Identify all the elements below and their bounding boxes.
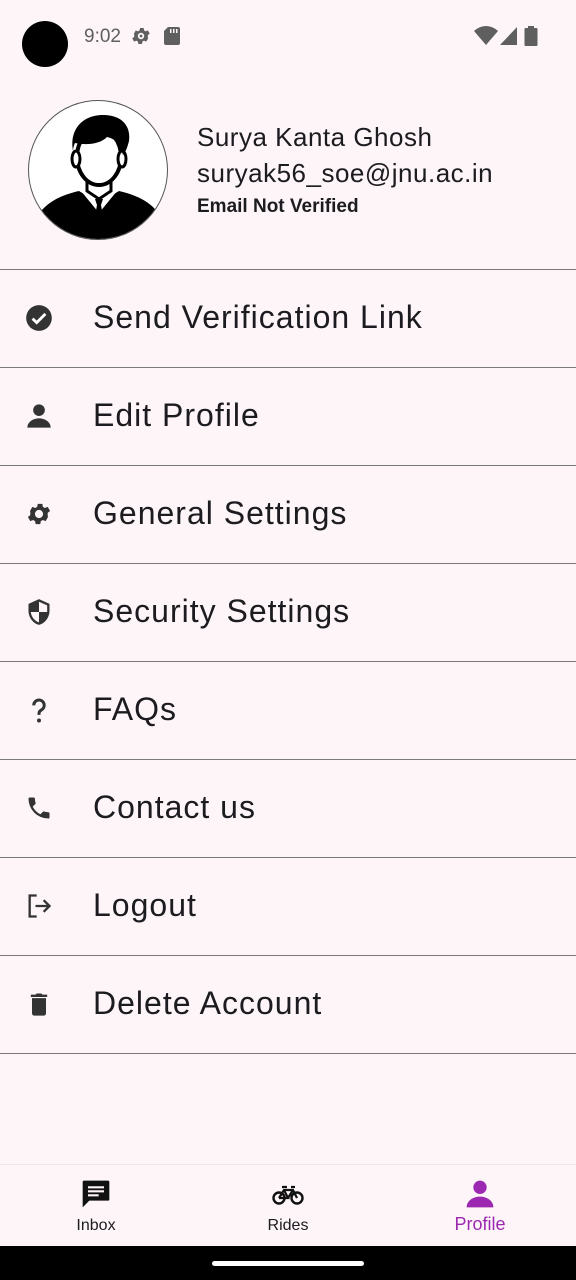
settings-status-icon <box>132 28 150 44</box>
menu-item-label: Send Verification Link <box>93 299 423 335</box>
camera-cutout <box>22 21 68 67</box>
phone-icon <box>28 797 50 819</box>
nav-label-inbox: Inbox <box>76 1217 116 1234</box>
trash-icon <box>30 993 48 1016</box>
shield-icon <box>28 599 50 625</box>
send-verification-link-button[interactable]: Send Verification Link <box>0 270 576 368</box>
faqs-button[interactable]: FAQs <box>0 662 576 760</box>
nav-profile[interactable]: Profile <box>384 1165 576 1247</box>
menu-item-label: General Settings <box>93 495 348 531</box>
sd-card-icon <box>164 27 180 45</box>
logout-icon <box>28 894 52 918</box>
chat-icon <box>82 1180 110 1208</box>
question-icon <box>32 698 46 723</box>
contact-us-button[interactable]: Contact us <box>0 760 576 858</box>
bottom-navigation: Inbox Rides Profile <box>0 1164 576 1247</box>
check-circle-icon <box>26 305 52 331</box>
profile-header: Surya Kanta Ghosh suryak56_soe@jnu.ac.in… <box>0 100 576 270</box>
menu-item-label: Contact us <box>93 789 256 825</box>
email-verification-status: Email Not Verified <box>197 196 359 217</box>
security-settings-button[interactable]: Security Settings <box>0 564 576 662</box>
person-icon <box>466 1180 494 1208</box>
nav-inbox[interactable]: Inbox <box>0 1165 192 1247</box>
menu-item-label: Edit Profile <box>93 397 260 433</box>
nav-label-rides: Rides <box>267 1217 309 1234</box>
profile-menu: Send Verification Link Edit Profile Gene… <box>0 269 576 1054</box>
status-time: 9:02 <box>84 26 121 47</box>
user-avatar-icon <box>35 115 163 239</box>
battery-icon <box>524 26 538 46</box>
logout-button[interactable]: Logout <box>0 858 576 956</box>
wifi-icon <box>474 26 498 45</box>
menu-item-label: Logout <box>93 887 197 923</box>
general-settings-button[interactable]: General Settings <box>0 466 576 564</box>
nav-label-profile: Profile <box>454 1214 506 1234</box>
gear-icon <box>27 503 51 525</box>
bicycle-icon <box>272 1185 304 1205</box>
menu-item-label: Delete Account <box>93 985 323 1021</box>
user-email: suryak56_soe@jnu.ac.in <box>197 158 494 188</box>
home-gesture-handle[interactable] <box>212 1261 364 1266</box>
gesture-navigation-bar <box>0 1246 576 1280</box>
status-bar: 9:02 <box>0 0 576 76</box>
user-name: Surya Kanta Ghosh <box>197 122 433 152</box>
person-icon <box>27 404 51 428</box>
delete-account-button[interactable]: Delete Account <box>0 956 576 1054</box>
menu-item-label: FAQs <box>93 691 178 727</box>
signal-icon <box>500 27 517 45</box>
edit-profile-button[interactable]: Edit Profile <box>0 368 576 466</box>
avatar[interactable] <box>28 100 168 240</box>
menu-item-label: Security Settings <box>93 593 351 629</box>
nav-rides[interactable]: Rides <box>192 1165 384 1247</box>
